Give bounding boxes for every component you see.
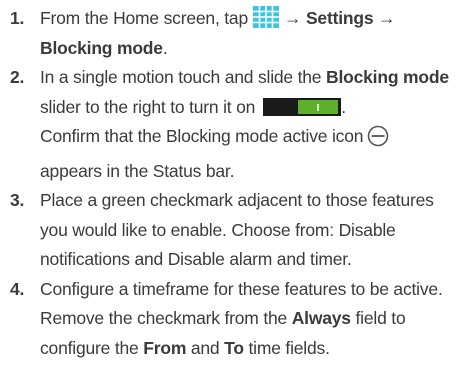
blocking-mode-icon [367,125,389,157]
step-text: you would like to enable. Choose from: D… [40,219,396,240]
step-number: 3. [10,190,25,210]
step-text-bold: Blocking mode [326,67,449,87]
step-3: 3. Place a green checkmark adjacent to t… [0,186,464,275]
step-text: time fields. [243,337,330,358]
step-text-bold: From [143,337,187,358]
step-4: 4. Configure a timeframe for these featu… [0,275,464,364]
step-line: appears in the Status bar. [40,157,464,187]
step-text: Confirm that the Blocking mode active ic… [40,126,364,146]
step-number: 2. [10,67,25,87]
step-text-bold: To [224,337,244,358]
step-text: . [162,37,168,58]
step-text: In a single motion touch and slide the [40,67,327,87]
toggle-knob [298,99,339,114]
step-line: Configure a timeframe for these features… [40,275,464,305]
step-text: slider to the right to turn it on [40,96,256,117]
step-text: From the Home screen, tap [40,8,248,28]
step-text: field to [350,308,406,328]
step-text: and [186,337,225,358]
step-line: you would like to enable. Choose from: D… [40,216,464,246]
step-line: From the Home screen, tap → Settings → [40,4,464,34]
step-line: Remove the checkmark from the Always fie… [40,304,464,334]
instruction-steps: 1. From the Home screen, tap → Settings … [0,0,464,363]
step-text-bold: Blocking mode [40,37,163,58]
step-line: Place a green checkmark adjacent to thos… [40,186,464,216]
step-text-bold: Always [291,308,351,328]
step-text: Configure a timeframe for these features… [40,278,443,299]
apps-grid-icon [253,6,279,28]
step-text-bold: → Settings → [284,8,396,28]
step-text: Remove the checkmark from the [40,308,292,328]
step-line: configure the From and To time fields. [40,334,464,364]
step-text: appears in the Status bar. [40,160,235,181]
step-2: 2. In a single motion touch and slide th… [0,63,464,186]
step-line: In a single motion touch and slide the B… [40,63,464,93]
step-line: slider to the right to turn it on. [40,93,464,123]
step-text: . [341,96,346,117]
step-line: Confirm that the Blocking mode active ic… [40,122,464,157]
step-text: configure the [40,337,144,358]
step-1: 1. From the Home screen, tap → Settings … [0,0,464,63]
step-line: Blocking mode. [40,34,464,64]
step-text: Place a green checkmark adjacent to thos… [40,190,434,210]
step-number: 4. [10,278,25,299]
step-text: notifications and Disable alarm and time… [40,249,352,269]
on-toggle-icon [263,97,342,116]
step-number: 1. [10,8,25,28]
step-line: notifications and Disable alarm and time… [40,245,464,275]
